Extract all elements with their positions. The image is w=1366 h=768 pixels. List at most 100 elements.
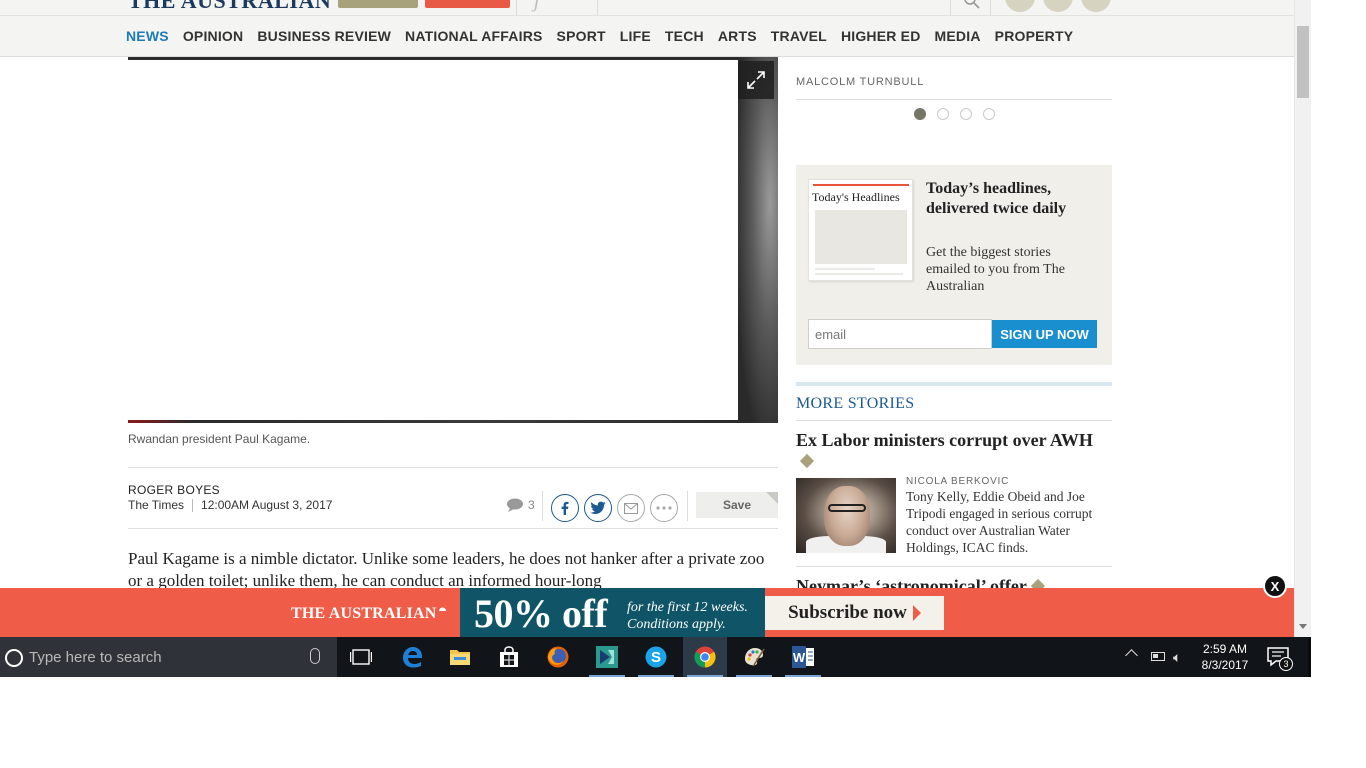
taskbar-app-edge[interactable] xyxy=(390,637,434,677)
media-app-icon xyxy=(596,646,618,668)
newsletter-email-input[interactable] xyxy=(808,319,992,349)
carousel-dot[interactable] xyxy=(983,108,995,120)
premium-diamond-icon xyxy=(799,453,815,469)
taskbar-app-file-explorer[interactable] xyxy=(438,637,482,677)
clock-date: 8/3/2017 xyxy=(1201,658,1249,672)
banner-terms: for the first 12 weeks. Conditions apply… xyxy=(627,600,748,632)
taskbar-app-skype[interactable]: S xyxy=(634,637,678,677)
newsletter-title: Today’s headlines, delivered twice daily xyxy=(926,180,1067,217)
taskbar-app-paint[interactable] xyxy=(732,637,776,677)
subscribe-now-label: Subscribe now xyxy=(788,602,907,623)
app-running-indicator xyxy=(638,675,674,677)
more-icon xyxy=(656,506,672,510)
nav-item-media[interactable]: MEDIA xyxy=(935,28,981,44)
taskbar-clock[interactable]: 2:59 AM 8/3/2017 xyxy=(1192,641,1258,673)
carousel-dot[interactable] xyxy=(960,108,972,120)
taskbar-app-chrome[interactable] xyxy=(683,637,727,677)
article-author[interactable]: ROGER BOYES xyxy=(128,483,220,497)
divider xyxy=(128,528,778,529)
carousel-dot[interactable] xyxy=(914,108,926,120)
thumbnail-text-line xyxy=(815,273,903,275)
newsletter-signup-button[interactable]: SIGN UP NOW xyxy=(992,320,1097,348)
volume-icon[interactable]: 🔈︎ xyxy=(1173,649,1181,666)
image-caption: Rwandan president Paul Kagame. xyxy=(128,432,311,446)
skype-icon: S xyxy=(645,646,667,668)
share-email-button[interactable] xyxy=(617,494,645,522)
battery-icon[interactable] xyxy=(1151,652,1165,661)
hero-image-bottom-strip xyxy=(128,420,738,423)
masthead-button-premium[interactable] xyxy=(338,0,418,8)
masthead-script-logo[interactable]: ʃ xyxy=(534,0,540,13)
comments-link[interactable]: 3 xyxy=(506,498,535,512)
facebook-social-icon[interactable] xyxy=(1005,0,1035,12)
carousel-dot[interactable] xyxy=(937,108,949,120)
page-scrollbar[interactable] xyxy=(1294,0,1311,637)
masthead-button-subscribe[interactable] xyxy=(425,0,510,8)
save-corner-icon xyxy=(766,492,778,504)
story-headline[interactable]: Ex Labor ministers corrupt over AWH xyxy=(796,430,1096,472)
thumbnail-text-line xyxy=(815,268,875,270)
sidebar-author-label[interactable]: MALCOLM TURNBULL xyxy=(796,76,924,88)
newsletter-description: Get the biggest stories emailed to you f… xyxy=(926,245,1065,294)
share-facebook-button[interactable] xyxy=(551,494,579,522)
taskbar-app-media[interactable] xyxy=(585,637,629,677)
clock-time: 2:59 AM xyxy=(1202,642,1248,656)
taskbar-app-word[interactable]: W xyxy=(781,637,825,677)
nav-item-travel[interactable]: TRAVEL xyxy=(771,28,827,44)
expand-image-button[interactable] xyxy=(738,61,774,99)
taskbar-app-firefox[interactable] xyxy=(536,637,580,677)
scrollbar-thumb[interactable] xyxy=(1297,26,1309,98)
svg-text:S: S xyxy=(651,649,661,666)
firefox-icon xyxy=(547,646,569,668)
notification-count-badge: 3 xyxy=(1279,657,1293,671)
nav-item-higher-ed[interactable]: HIGHER ED xyxy=(841,28,921,44)
story-headline-text: Ex Labor ministers corrupt over AWH xyxy=(796,430,1093,450)
divider xyxy=(687,491,688,521)
nav-item-opinion[interactable]: OPINION xyxy=(183,28,244,44)
site-logo[interactable]: THE AUSTRALIAN xyxy=(128,0,331,14)
story-summary: Tony Kelly, Eddie Obeid and Joe Tripodi … xyxy=(906,489,1093,555)
share-more-button[interactable] xyxy=(650,494,678,522)
divider xyxy=(542,491,543,521)
close-banner-button[interactable]: X xyxy=(1263,574,1287,598)
nav-item-property[interactable]: PROPERTY xyxy=(995,28,1074,44)
edge-icon xyxy=(403,647,422,668)
divider xyxy=(796,566,1112,567)
microphone-icon[interactable] xyxy=(310,648,320,664)
nav-item-life[interactable]: LIFE xyxy=(620,28,651,44)
more-stories-heading: MORE STORIES xyxy=(796,395,915,412)
divider xyxy=(796,420,1112,421)
search-icon[interactable] xyxy=(963,0,981,10)
save-label: Save xyxy=(722,498,752,512)
taskbar-app-store[interactable] xyxy=(487,637,531,677)
share-twitter-button[interactable] xyxy=(584,494,612,522)
instagram-social-icon[interactable] xyxy=(1081,0,1111,12)
taskbar-search-box[interactable]: Type here to search xyxy=(0,637,337,677)
twitter-icon xyxy=(590,501,606,514)
save-article-button[interactable]: Save xyxy=(696,492,778,518)
task-view-button[interactable] xyxy=(339,637,383,677)
nav-item-business-review[interactable]: BUSINESS REVIEW xyxy=(257,28,391,44)
nav-item-news[interactable]: NEWS xyxy=(126,28,169,44)
nav-item-sport[interactable]: SPORT xyxy=(557,28,606,44)
nav-item-arts[interactable]: ARTS xyxy=(718,28,757,44)
photo-glasses xyxy=(828,504,866,512)
twitter-social-icon[interactable] xyxy=(1043,0,1073,12)
nav-item-tech[interactable]: TECH xyxy=(665,28,704,44)
screen-edge xyxy=(1308,637,1311,677)
newsletter-thumbnail: Today's Headlines xyxy=(808,179,913,281)
scroll-down-arrow-icon[interactable] xyxy=(1299,624,1307,629)
show-hidden-icons-chevron-icon[interactable] xyxy=(1125,649,1138,662)
app-running-indicator xyxy=(687,675,723,677)
main-navigation: NEWS OPINION BUSINESS REVIEW NATIONAL AFFAI… xyxy=(0,15,1294,57)
nav-list: NEWS OPINION BUSINESS REVIEW NATIONAL AFFAI… xyxy=(126,28,1087,44)
story-thumbnail[interactable] xyxy=(796,478,896,553)
thumbnail-accent-bar xyxy=(813,184,909,186)
story-author[interactable]: NICOLA BERKOVIC xyxy=(906,476,1009,487)
subscribe-now-button[interactable]: Subscribe now xyxy=(765,596,944,630)
comment-count: 3 xyxy=(528,498,535,512)
thumbnail-title: Today's Headlines xyxy=(812,190,900,204)
chrome-icon xyxy=(694,646,716,668)
nav-item-national-affairs[interactable]: NATIONAL AFFAIRS xyxy=(405,28,543,44)
task-view-icon xyxy=(350,649,372,665)
